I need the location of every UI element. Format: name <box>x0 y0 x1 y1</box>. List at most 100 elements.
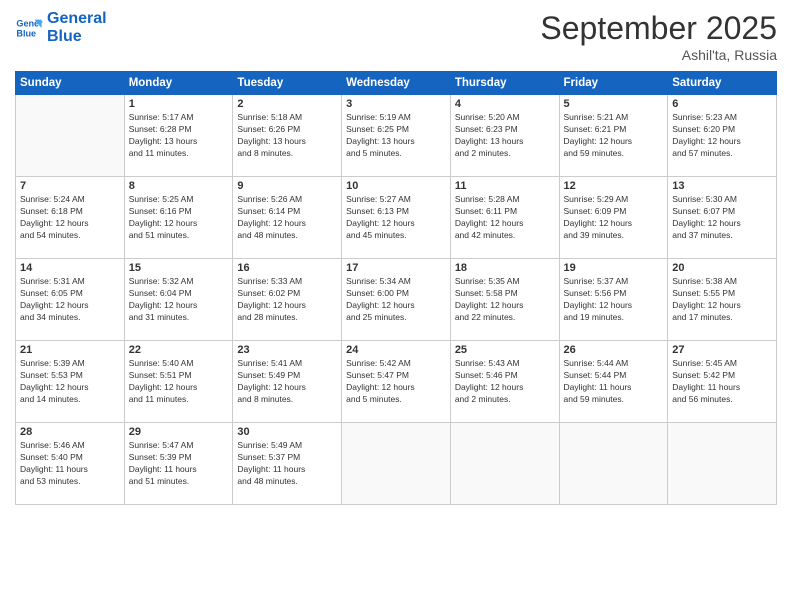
calendar-cell: 23Sunrise: 5:41 AM Sunset: 5:49 PM Dayli… <box>233 341 342 423</box>
calendar-cell: 16 Sunrise: 5:33 AM Sunset: 6:02 PM Dayli… <box>233 259 342 341</box>
day-info: Sunrise: 5:39 AM Sunset: 5:53 PM Dayligh… <box>20 358 120 406</box>
day-number: 21 <box>20 344 120 356</box>
calendar-cell: 3 Sunrise: 5:19 AM Sunset: 6:25 PM Daylig… <box>342 95 451 177</box>
calendar-cell <box>559 423 668 505</box>
calendar-cell: 5 Sunrise: 5:21 AM Sunset: 6:21 PM Daylig… <box>559 95 668 177</box>
calendar-cell: 27 Sunrise: 5:45 AM Sunset: 5:42 PM Dayli… <box>668 341 777 423</box>
calendar-cell: 11 Sunrise: 5:28 AM Sunset: 6:11 PM Dayli… <box>450 177 559 259</box>
calendar-cell: 2 Sunrise: 5:18 AM Sunset: 6:26 PM Daylig… <box>233 95 342 177</box>
day-info: Sunrise: 5:41 AM Sunset: 5:49 PM Dayligh… <box>237 358 337 406</box>
col-header-sunday: Sunday <box>16 72 125 95</box>
calendar-cell: 13 Sunrise: 5:30 AM Sunset: 6:07 PM Dayli… <box>668 177 777 259</box>
day-info: Sunrise: 5:33 AM Sunset: 6:02 PM Dayligh… <box>237 276 337 324</box>
col-header-thursday: Thursday <box>450 72 559 95</box>
week-row-1: 1 Sunrise: 5:17 AM Sunset: 6:28 PM Daylig… <box>16 95 777 177</box>
day-number: 13 <box>672 180 772 192</box>
day-number: 1 <box>129 98 229 110</box>
day-info: Sunrise: 5:25 AM Sunset: 6:16 PM Dayligh… <box>129 194 229 242</box>
week-row-2: 7 Sunrise: 5:24 AM Sunset: 6:18 PM Daylig… <box>16 177 777 259</box>
calendar-cell <box>16 95 125 177</box>
col-header-monday: Monday <box>124 72 233 95</box>
day-number: 19 <box>564 262 664 274</box>
calendar-cell: 12 Sunrise: 5:29 AM Sunset: 6:09 PM Dayli… <box>559 177 668 259</box>
day-number: 6 <box>672 98 772 110</box>
day-info: Sunrise: 5:31 AM Sunset: 6:05 PM Dayligh… <box>20 276 120 324</box>
calendar-cell: 21 Sunrise: 5:39 AM Sunset: 5:53 PM Dayli… <box>16 341 125 423</box>
calendar-cell: 8 Sunrise: 5:25 AM Sunset: 6:16 PM Daylig… <box>124 177 233 259</box>
day-number: 20 <box>672 262 772 274</box>
day-info: Sunrise: 5:43 AM Sunset: 5:46 PM Dayligh… <box>455 358 555 406</box>
calendar-table: SundayMondayTuesdayWednesdayThursdayFrid… <box>15 71 777 505</box>
calendar-cell: 30 Sunrise: 5:49 AM Sunset: 5:37 PM Dayli… <box>233 423 342 505</box>
day-info: Sunrise: 5:24 AM Sunset: 6:18 PM Dayligh… <box>20 194 120 242</box>
day-info: Sunrise: 5:29 AM Sunset: 6:09 PM Dayligh… <box>564 194 664 242</box>
day-number: 7 <box>20 180 120 192</box>
day-info: Sunrise: 5:44 AM Sunset: 5:44 PM Dayligh… <box>564 358 664 406</box>
day-number: 28 <box>20 426 120 438</box>
day-info: Sunrise: 5:23 AM Sunset: 6:20 PM Dayligh… <box>672 112 772 160</box>
day-info: Sunrise: 5:46 AM Sunset: 5:40 PM Dayligh… <box>20 440 120 488</box>
day-info: Sunrise: 5:27 AM Sunset: 6:13 PM Dayligh… <box>346 194 446 242</box>
calendar-cell: 19 Sunrise: 5:37 AM Sunset: 5:56 PM Dayli… <box>559 259 668 341</box>
day-number: 2 <box>237 98 337 110</box>
calendar-cell: 20 Sunrise: 5:38 AM Sunset: 5:55 PM Dayli… <box>668 259 777 341</box>
day-number: 9 <box>237 180 337 192</box>
day-info: Sunrise: 5:37 AM Sunset: 5:56 PM Dayligh… <box>564 276 664 324</box>
day-info: Sunrise: 5:47 AM Sunset: 5:39 PM Dayligh… <box>129 440 229 488</box>
day-number: 25 <box>455 344 555 356</box>
week-row-3: 14 Sunrise: 5:31 AM Sunset: 6:05 PM Dayli… <box>16 259 777 341</box>
calendar-cell <box>342 423 451 505</box>
calendar-cell: 14 Sunrise: 5:31 AM Sunset: 6:05 PM Dayli… <box>16 259 125 341</box>
day-info: Sunrise: 5:32 AM Sunset: 6:04 PM Dayligh… <box>129 276 229 324</box>
day-number: 14 <box>20 262 120 274</box>
day-info: Sunrise: 5:26 AM Sunset: 6:14 PM Dayligh… <box>237 194 337 242</box>
day-info: Sunrise: 5:17 AM Sunset: 6:28 PM Dayligh… <box>129 112 229 160</box>
day-number: 18 <box>455 262 555 274</box>
day-number: 29 <box>129 426 229 438</box>
day-number: 27 <box>672 344 772 356</box>
day-info: Sunrise: 5:40 AM Sunset: 5:51 PM Dayligh… <box>129 358 229 406</box>
day-number: 11 <box>455 180 555 192</box>
day-info: Sunrise: 5:45 AM Sunset: 5:42 PM Dayligh… <box>672 358 772 406</box>
day-info: Sunrise: 5:42 AM Sunset: 5:47 PM Dayligh… <box>346 358 446 406</box>
calendar-cell <box>668 423 777 505</box>
day-info: Sunrise: 5:38 AM Sunset: 5:55 PM Dayligh… <box>672 276 772 324</box>
day-info: Sunrise: 5:49 AM Sunset: 5:37 PM Dayligh… <box>237 440 337 488</box>
day-number: 16 <box>237 262 337 274</box>
title-block: September 2025 Ashil'ta, Russia <box>540 10 777 63</box>
day-number: 12 <box>564 180 664 192</box>
calendar-cell: 4 Sunrise: 5:20 AM Sunset: 6:23 PM Daylig… <box>450 95 559 177</box>
day-number: 5 <box>564 98 664 110</box>
calendar-cell: 25 Sunrise: 5:43 AM Sunset: 5:46 PM Dayli… <box>450 341 559 423</box>
day-number: 26 <box>564 344 664 356</box>
day-info: Sunrise: 5:20 AM Sunset: 6:23 PM Dayligh… <box>455 112 555 160</box>
header-row: SundayMondayTuesdayWednesdayThursdayFrid… <box>16 72 777 95</box>
day-info: Sunrise: 5:28 AM Sunset: 6:11 PM Dayligh… <box>455 194 555 242</box>
page-header: General Blue GeneralBlue September 2025 … <box>15 10 777 63</box>
svg-text:Blue: Blue <box>16 28 36 38</box>
calendar-cell: 28 Sunrise: 5:46 AM Sunset: 5:40 PM Dayli… <box>16 423 125 505</box>
day-info: Sunrise: 5:21 AM Sunset: 6:21 PM Dayligh… <box>564 112 664 160</box>
calendar-cell: 26 Sunrise: 5:44 AM Sunset: 5:44 PM Dayli… <box>559 341 668 423</box>
day-number: 15 <box>129 262 229 274</box>
day-number: 8 <box>129 180 229 192</box>
calendar-cell: 22 Sunrise: 5:40 AM Sunset: 5:51 PM Dayli… <box>124 341 233 423</box>
col-header-saturday: Saturday <box>668 72 777 95</box>
logo: General Blue GeneralBlue <box>15 10 107 45</box>
day-info: Sunrise: 5:19 AM Sunset: 6:25 PM Dayligh… <box>346 112 446 160</box>
calendar-cell: 10Sunrise: 5:27 AM Sunset: 6:13 PM Dayli… <box>342 177 451 259</box>
calendar-cell: 9 Sunrise: 5:26 AM Sunset: 6:14 PM Daylig… <box>233 177 342 259</box>
location: Ashil'ta, Russia <box>540 47 777 63</box>
calendar-cell: 18Sunrise: 5:35 AM Sunset: 5:58 PM Dayli… <box>450 259 559 341</box>
calendar-cell: 1 Sunrise: 5:17 AM Sunset: 6:28 PM Daylig… <box>124 95 233 177</box>
day-number: 4 <box>455 98 555 110</box>
calendar-cell: 6 Sunrise: 5:23 AM Sunset: 6:20 PM Daylig… <box>668 95 777 177</box>
day-info: Sunrise: 5:34 AM Sunset: 6:00 PM Dayligh… <box>346 276 446 324</box>
calendar-cell: 29 Sunrise: 5:47 AM Sunset: 5:39 PM Dayli… <box>124 423 233 505</box>
day-number: 30 <box>237 426 337 438</box>
day-info: Sunrise: 5:18 AM Sunset: 6:26 PM Dayligh… <box>237 112 337 160</box>
day-info: Sunrise: 5:30 AM Sunset: 6:07 PM Dayligh… <box>672 194 772 242</box>
day-number: 22 <box>129 344 229 356</box>
week-row-5: 28 Sunrise: 5:46 AM Sunset: 5:40 PM Dayli… <box>16 423 777 505</box>
day-number: 3 <box>346 98 446 110</box>
